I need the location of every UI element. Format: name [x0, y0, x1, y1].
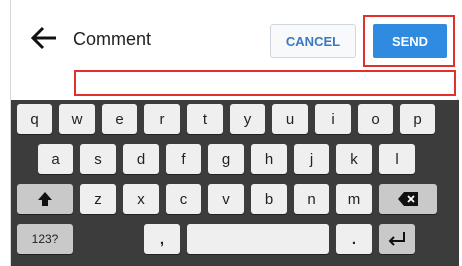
key-z[interactable]: z: [80, 184, 116, 214]
key-f[interactable]: f: [166, 144, 201, 174]
screen: Comment CANCEL SEND q w e r t y u i o p …: [10, 0, 459, 266]
key-v[interactable]: v: [208, 184, 244, 214]
page-title: Comment: [73, 29, 152, 49]
send-button[interactable]: SEND: [373, 24, 447, 58]
key-b[interactable]: b: [251, 184, 287, 214]
key-p[interactable]: p: [400, 104, 435, 134]
key-l[interactable]: l: [379, 144, 415, 174]
key-t[interactable]: t: [187, 104, 223, 134]
on-screen-keyboard: q w e r t y u i o p a s d f g h j k l z …: [11, 100, 459, 266]
enter-key[interactable]: [379, 224, 415, 254]
key-n[interactable]: n: [294, 184, 329, 214]
backspace-icon: [398, 192, 418, 206]
comment-header: Comment CANCEL SEND: [11, 0, 459, 98]
comment-input[interactable]: [74, 70, 456, 96]
key-k[interactable]: k: [336, 144, 372, 174]
key-e[interactable]: e: [102, 104, 137, 134]
key-h[interactable]: h: [251, 144, 287, 174]
key-g[interactable]: g: [208, 144, 244, 174]
key-m[interactable]: m: [336, 184, 372, 214]
comma-key[interactable]: ,: [144, 224, 180, 254]
numbers-key[interactable]: 123?: [17, 224, 73, 254]
key-o[interactable]: o: [358, 104, 393, 134]
shift-key[interactable]: [17, 184, 73, 214]
space-key[interactable]: [187, 224, 329, 254]
key-q[interactable]: q: [17, 104, 52, 134]
key-r[interactable]: r: [144, 104, 180, 134]
key-a[interactable]: a: [38, 144, 73, 174]
key-w[interactable]: w: [59, 104, 95, 134]
period-key[interactable]: .: [336, 224, 372, 254]
backspace-key[interactable]: [379, 184, 437, 214]
back-arrow-icon[interactable]: [29, 23, 59, 53]
key-y[interactable]: y: [230, 104, 265, 134]
key-c[interactable]: c: [166, 184, 201, 214]
key-x[interactable]: x: [123, 184, 159, 214]
key-d[interactable]: d: [123, 144, 159, 174]
key-j[interactable]: j: [294, 144, 329, 174]
shift-icon: [38, 192, 52, 206]
cancel-button[interactable]: CANCEL: [270, 24, 356, 58]
key-i[interactable]: i: [315, 104, 351, 134]
key-s[interactable]: s: [80, 144, 116, 174]
key-u[interactable]: u: [272, 104, 308, 134]
enter-icon: [388, 232, 405, 246]
